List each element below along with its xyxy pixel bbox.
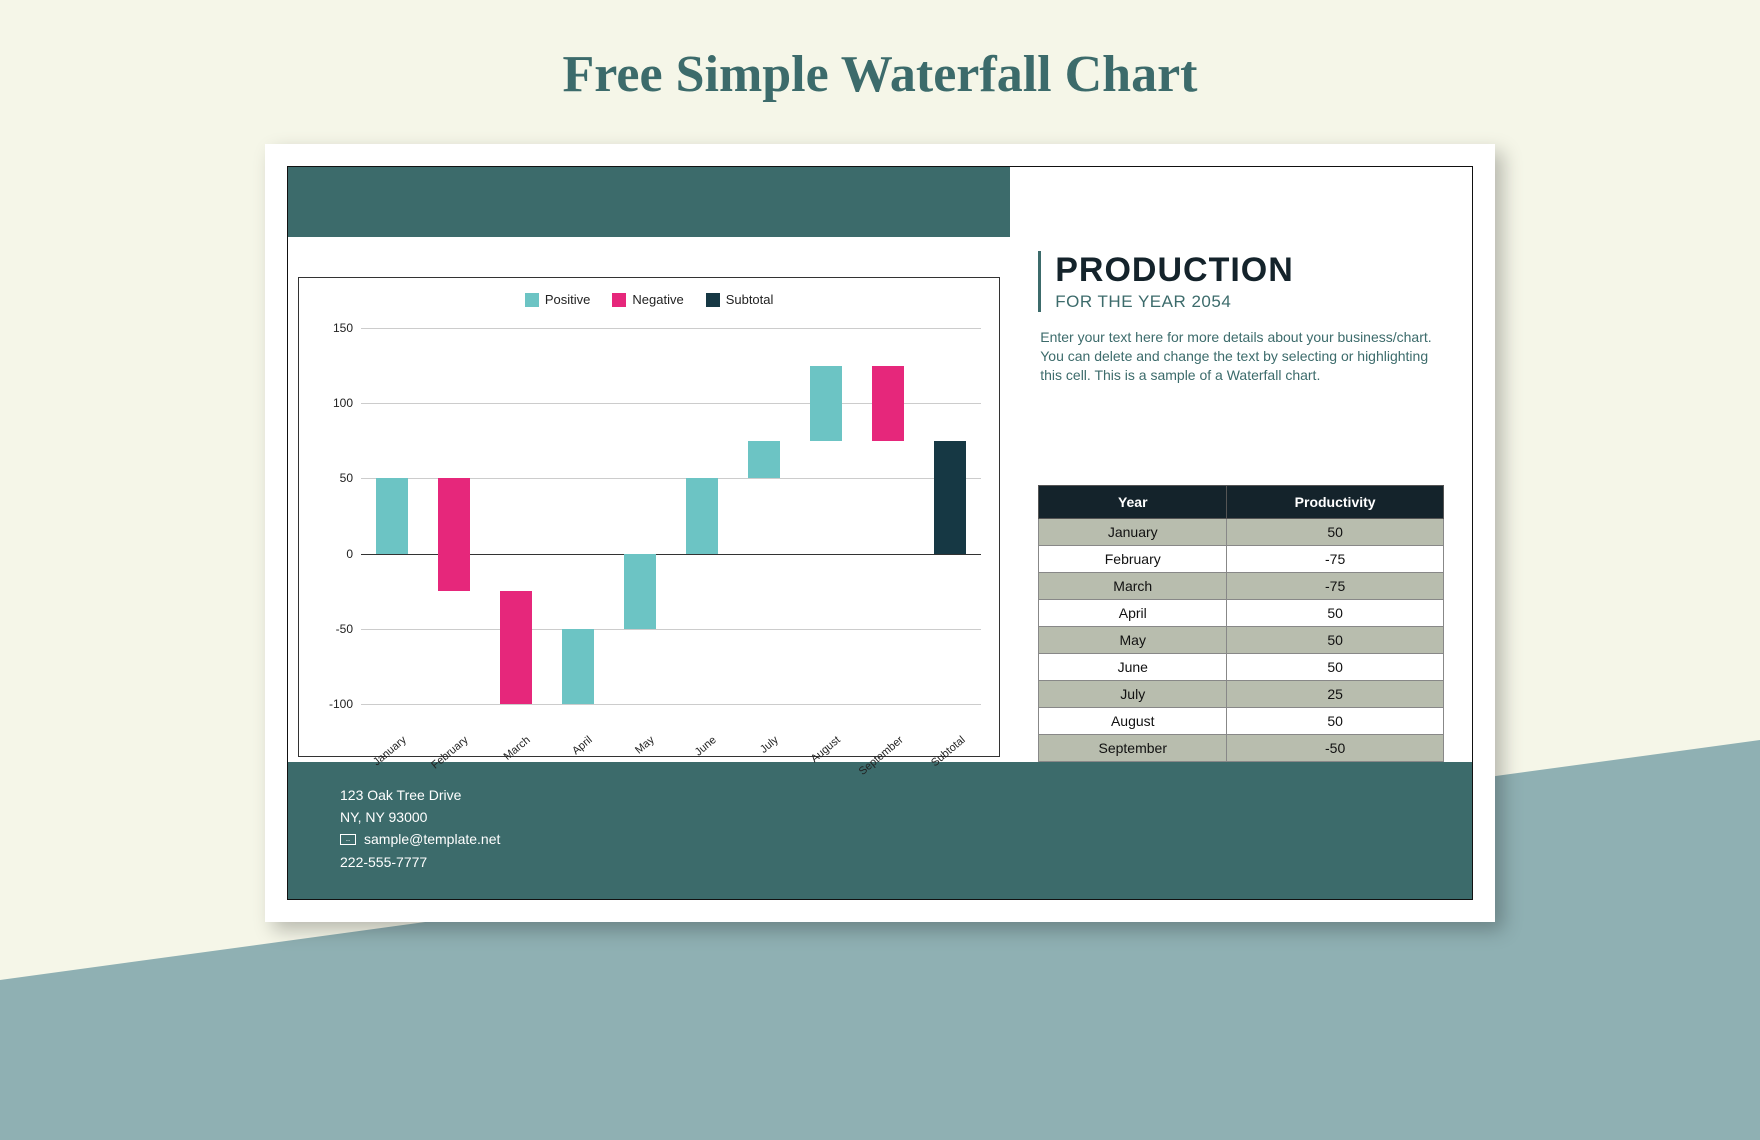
table-cell-month: July bbox=[1039, 680, 1227, 707]
y-axis-tick: -100 bbox=[313, 697, 353, 711]
x-axis-label: April bbox=[571, 734, 596, 757]
swatch-positive-icon bbox=[525, 293, 539, 307]
swatch-subtotal-icon bbox=[706, 293, 720, 307]
table-cell-month: May bbox=[1039, 626, 1227, 653]
header-color-bar bbox=[288, 167, 1010, 237]
table-cell-value: 50 bbox=[1227, 518, 1444, 545]
grid-line bbox=[361, 328, 981, 329]
y-axis-tick: 150 bbox=[313, 321, 353, 335]
y-axis-tick: 50 bbox=[313, 471, 353, 485]
footer-address-2: NY, NY 93000 bbox=[340, 806, 1420, 828]
chart-plot-area: -100-50050100150JanuaryFebruaryMarchApri… bbox=[361, 328, 981, 704]
table-cell-value: -75 bbox=[1227, 545, 1444, 572]
waterfall-bar bbox=[438, 478, 470, 591]
chart-legend: Positive Negative Subtotal bbox=[299, 278, 999, 313]
waterfall-bar bbox=[686, 478, 718, 553]
footer-email: sample@template.net bbox=[364, 828, 500, 850]
table-cell-value: -75 bbox=[1227, 572, 1444, 599]
x-axis-label: March bbox=[502, 734, 533, 763]
waterfall-bar bbox=[500, 591, 532, 704]
swatch-negative-icon bbox=[612, 293, 626, 307]
table-row: September-50 bbox=[1039, 734, 1444, 761]
waterfall-bar bbox=[562, 629, 594, 704]
waterfall-chart: Positive Negative Subtotal -100-50050100… bbox=[298, 277, 1000, 757]
table-cell-value: 50 bbox=[1227, 599, 1444, 626]
waterfall-bar bbox=[872, 366, 904, 441]
production-subtitle: FOR THE YEAR 2054 bbox=[1055, 292, 1444, 312]
x-axis-label: May bbox=[633, 734, 657, 757]
legend-positive-label: Positive bbox=[545, 292, 591, 307]
productivity-table: Year Productivity January50February-75Ma… bbox=[1038, 485, 1444, 762]
table-cell-value: 50 bbox=[1227, 707, 1444, 734]
legend-negative-label: Negative bbox=[632, 292, 683, 307]
page-title: Free Simple Waterfall Chart bbox=[0, 0, 1760, 124]
table-cell-month: March bbox=[1039, 572, 1227, 599]
table-cell-month: January bbox=[1039, 518, 1227, 545]
table-row: January50 bbox=[1039, 518, 1444, 545]
x-axis-label: June bbox=[693, 734, 719, 759]
table-cell-value: 25 bbox=[1227, 680, 1444, 707]
table-row: February-75 bbox=[1039, 545, 1444, 572]
grid-line bbox=[361, 704, 981, 705]
footer-address-1: 123 Oak Tree Drive bbox=[340, 784, 1420, 806]
legend-subtotal-label: Subtotal bbox=[726, 292, 774, 307]
table-cell-value: -50 bbox=[1227, 734, 1444, 761]
waterfall-bar bbox=[624, 554, 656, 629]
table-cell-month: April bbox=[1039, 599, 1227, 626]
table-cell-month: June bbox=[1039, 653, 1227, 680]
x-axis-label: July bbox=[758, 734, 781, 756]
waterfall-bar bbox=[934, 441, 966, 554]
legend-negative: Negative bbox=[612, 292, 683, 307]
table-header-productivity: Productivity bbox=[1227, 485, 1444, 518]
table-row: July25 bbox=[1039, 680, 1444, 707]
table-cell-month: September bbox=[1039, 734, 1227, 761]
grid-line bbox=[361, 629, 981, 630]
table-row: June50 bbox=[1039, 653, 1444, 680]
waterfall-bar bbox=[376, 478, 408, 553]
table-cell-month: February bbox=[1039, 545, 1227, 572]
y-axis-tick: -50 bbox=[313, 622, 353, 636]
table-row: April50 bbox=[1039, 599, 1444, 626]
y-axis-tick: 100 bbox=[313, 396, 353, 410]
description-text: Enter your text here for more details ab… bbox=[1038, 328, 1444, 385]
template-card: Positive Negative Subtotal -100-50050100… bbox=[265, 144, 1495, 922]
table-cell-value: 50 bbox=[1227, 626, 1444, 653]
legend-positive: Positive bbox=[525, 292, 591, 307]
legend-subtotal: Subtotal bbox=[706, 292, 774, 307]
table-row: August50 bbox=[1039, 707, 1444, 734]
footer-phone: 222-555-7777 bbox=[340, 851, 1420, 873]
title-block: PRODUCTION FOR THE YEAR 2054 bbox=[1038, 251, 1444, 312]
table-cell-value: 50 bbox=[1227, 653, 1444, 680]
table-row: May50 bbox=[1039, 626, 1444, 653]
waterfall-bar bbox=[810, 366, 842, 441]
document-frame: Positive Negative Subtotal -100-50050100… bbox=[287, 166, 1473, 900]
table-row: March-75 bbox=[1039, 572, 1444, 599]
table-cell-month: August bbox=[1039, 707, 1227, 734]
y-axis-tick: 0 bbox=[313, 547, 353, 561]
waterfall-bar bbox=[748, 441, 780, 479]
x-axis-label: August bbox=[809, 734, 843, 765]
table-header-year: Year bbox=[1039, 485, 1227, 518]
footer: 123 Oak Tree Drive NY, NY 93000 sample@t… bbox=[288, 762, 1472, 900]
production-title: PRODUCTION bbox=[1055, 251, 1444, 290]
mail-icon bbox=[340, 834, 356, 845]
